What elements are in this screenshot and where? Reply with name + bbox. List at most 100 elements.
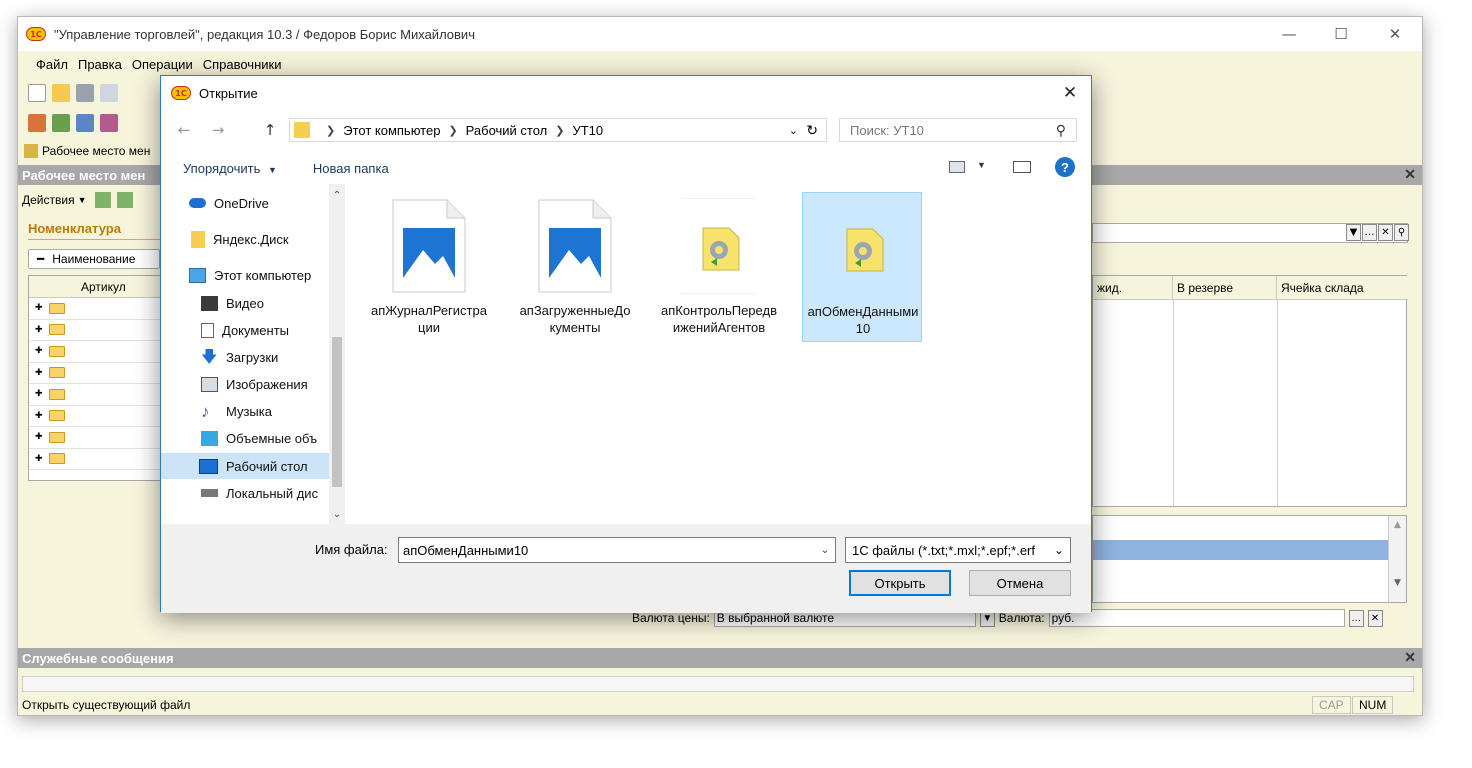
nav-item-videos[interactable]: Видео bbox=[161, 290, 329, 316]
document-stack-icon[interactable] bbox=[76, 114, 94, 132]
file-tile[interactable]: апКонтрольПередвиженийАгентов bbox=[659, 192, 779, 342]
table-row[interactable]: ✚ bbox=[29, 406, 167, 427]
nav-pane-scrollbar[interactable]: ⌃ ⌄ bbox=[329, 184, 345, 524]
menu-operations[interactable]: Операции bbox=[132, 57, 193, 72]
maximize-icon[interactable]: ☐ bbox=[1326, 23, 1356, 45]
ellipsis-icon[interactable]: … bbox=[1362, 224, 1377, 241]
nav-item-yandex-disk[interactable]: Яндекс.Диск bbox=[161, 226, 329, 252]
copy-item-icon[interactable] bbox=[116, 192, 133, 208]
up-arrow-icon[interactable]: ↑ bbox=[259, 119, 281, 141]
close-icon[interactable]: ✕ bbox=[1380, 23, 1410, 45]
workplace-tab[interactable]: Рабочее место мен bbox=[18, 139, 150, 163]
view-options-icon[interactable] bbox=[949, 161, 965, 173]
document-stack-icon[interactable] bbox=[52, 114, 70, 132]
nav-item-this-pc[interactable]: Этот компьютер bbox=[161, 262, 329, 288]
help-icon[interactable]: ? bbox=[1055, 157, 1075, 177]
save-icon[interactable] bbox=[76, 84, 94, 102]
open-folder-icon[interactable] bbox=[52, 84, 70, 102]
ellipsis-icon[interactable]: … bbox=[1348, 609, 1364, 627]
nav-item-documents[interactable]: Документы bbox=[161, 317, 329, 343]
expand-icon[interactable]: ✚ bbox=[35, 454, 43, 464]
table-row[interactable]: ✚ bbox=[29, 427, 167, 449]
back-arrow-icon[interactable]: ← bbox=[173, 119, 195, 141]
refresh-icon[interactable]: ↻ bbox=[806, 122, 818, 139]
folder-icon bbox=[48, 345, 65, 357]
file-tile-selected[interactable]: апОбменДанными10 bbox=[802, 192, 922, 342]
cancel-button[interactable]: Отмена bbox=[969, 570, 1071, 596]
search-icon[interactable]: ⚲ bbox=[1394, 224, 1409, 241]
new-document-icon[interactable] bbox=[28, 84, 46, 102]
view-dropdown-icon[interactable]: ▼ bbox=[977, 160, 986, 170]
new-folder-button[interactable]: Новая папка bbox=[313, 161, 389, 176]
menu-edit[interactable]: Правка bbox=[78, 57, 122, 72]
expand-icon[interactable]: ✚ bbox=[35, 411, 43, 421]
address-bar[interactable]: ❯ Этот компьютер ❯ Рабочий стол ❯ УТ10 ⌄… bbox=[289, 118, 827, 142]
scroll-down-icon[interactable]: ⌄ bbox=[329, 509, 345, 520]
table-row[interactable]: ✚ bbox=[29, 384, 167, 406]
currency-field[interactable]: руб. bbox=[1048, 609, 1345, 627]
vertical-scrollbar[interactable]: ▲ ▼ bbox=[1388, 516, 1406, 602]
file-tile[interactable]: апЗагруженныеДокументы bbox=[515, 192, 635, 342]
dialog-close-icon[interactable]: ✕ bbox=[1057, 81, 1083, 105]
expand-icon[interactable]: ✚ bbox=[35, 432, 43, 442]
minimize-icon[interactable]: — bbox=[1274, 23, 1304, 45]
search-input[interactable]: Поиск: УТ10 ⚲ bbox=[839, 118, 1077, 142]
preview-pane-icon[interactable] bbox=[1013, 161, 1031, 173]
open-button[interactable]: Открыть bbox=[849, 570, 951, 596]
organize-button[interactable]: Упорядочить ▼ bbox=[183, 161, 277, 176]
file-type-select[interactable]: 1С файлы (*.txt;*.mxl;*.epf;*.erf ⌄ bbox=[845, 537, 1071, 563]
table-row[interactable]: ✚ bbox=[29, 449, 167, 470]
panel-close-icon[interactable]: ✕ bbox=[1404, 649, 1416, 666]
forward-arrow-icon[interactable]: → bbox=[207, 119, 229, 141]
scroll-up-icon[interactable]: ▲ bbox=[1389, 520, 1406, 530]
nav-item-pictures[interactable]: Изображения bbox=[161, 371, 329, 397]
address-dropdown-icon[interactable]: ⌄ bbox=[789, 124, 798, 137]
column-header-storage-cell[interactable]: Ячейка склада bbox=[1277, 276, 1408, 300]
expand-icon[interactable]: ✚ bbox=[35, 303, 43, 313]
table-row[interactable]: ✚ bbox=[29, 341, 167, 363]
clear-icon[interactable]: ✕ bbox=[1378, 224, 1393, 241]
file-tile[interactable]: апЖурналРегистрации bbox=[369, 192, 489, 342]
document-stack-icon[interactable] bbox=[100, 114, 118, 132]
horizontal-scrollbar[interactable] bbox=[22, 676, 1414, 692]
selected-row[interactable] bbox=[1093, 540, 1389, 560]
table-row[interactable]: ✚ bbox=[29, 298, 167, 320]
breadcrumb-this-pc[interactable]: Этот компьютер bbox=[343, 123, 440, 138]
expand-icon[interactable]: ✚ bbox=[35, 346, 43, 356]
menu-catalogs[interactable]: Справочники bbox=[203, 57, 282, 72]
journal-icon[interactable] bbox=[28, 114, 46, 132]
actions-menu[interactable]: Действия bbox=[22, 193, 75, 207]
clear-icon[interactable]: ✕ bbox=[1367, 609, 1383, 627]
menu-file[interactable]: Файл bbox=[36, 57, 68, 72]
scroll-down-icon[interactable]: ▼ bbox=[1389, 578, 1406, 588]
breadcrumb-ut10[interactable]: УТ10 bbox=[572, 123, 603, 138]
breadcrumb-separator-icon: ❯ bbox=[555, 124, 565, 137]
panel-close-icon[interactable]: ✕ bbox=[1404, 166, 1416, 183]
file-name-input[interactable] bbox=[398, 537, 836, 563]
nav-item-music[interactable]: ♪ Музыка bbox=[161, 398, 329, 424]
column-header-expected[interactable]: жид. bbox=[1093, 276, 1173, 300]
nav-item-desktop[interactable]: Рабочий стол bbox=[161, 453, 329, 479]
breadcrumb-desktop[interactable]: Рабочий стол bbox=[466, 123, 548, 138]
cut-icon[interactable] bbox=[100, 84, 118, 102]
nav-item-downloads[interactable]: 🡇 Загрузки bbox=[161, 344, 329, 370]
expand-icon[interactable]: ✚ bbox=[35, 325, 43, 335]
nav-item-3d-objects[interactable]: Объемные объ bbox=[161, 425, 329, 451]
table-row[interactable]: ✚ bbox=[29, 363, 167, 384]
expand-icon[interactable]: ✚ bbox=[35, 368, 43, 378]
sort-by-name-button[interactable]: ━ Наименование bbox=[28, 249, 160, 269]
breadcrumb-separator-icon: ❯ bbox=[326, 124, 336, 137]
dropdown-arrow-icon: ▼ bbox=[267, 164, 277, 175]
nav-item-onedrive[interactable]: OneDrive bbox=[161, 190, 329, 216]
column-header-article[interactable]: Артикул bbox=[29, 276, 167, 298]
expand-icon[interactable]: ✚ bbox=[35, 389, 43, 399]
add-item-icon[interactable] bbox=[94, 192, 111, 208]
table-row[interactable]: ✚ bbox=[29, 320, 167, 341]
column-header-reserved[interactable]: В резерве bbox=[1173, 276, 1277, 300]
status-cap: CAP bbox=[1312, 696, 1351, 714]
file-name-dropdown-icon[interactable]: ⌄ bbox=[815, 538, 835, 562]
dropdown-icon[interactable]: ▼ bbox=[1346, 224, 1361, 241]
scroll-up-icon[interactable]: ⌃ bbox=[329, 190, 345, 201]
nav-item-local-disk[interactable]: Локальный дис bbox=[161, 480, 329, 506]
scrollbar-thumb[interactable] bbox=[332, 337, 342, 487]
